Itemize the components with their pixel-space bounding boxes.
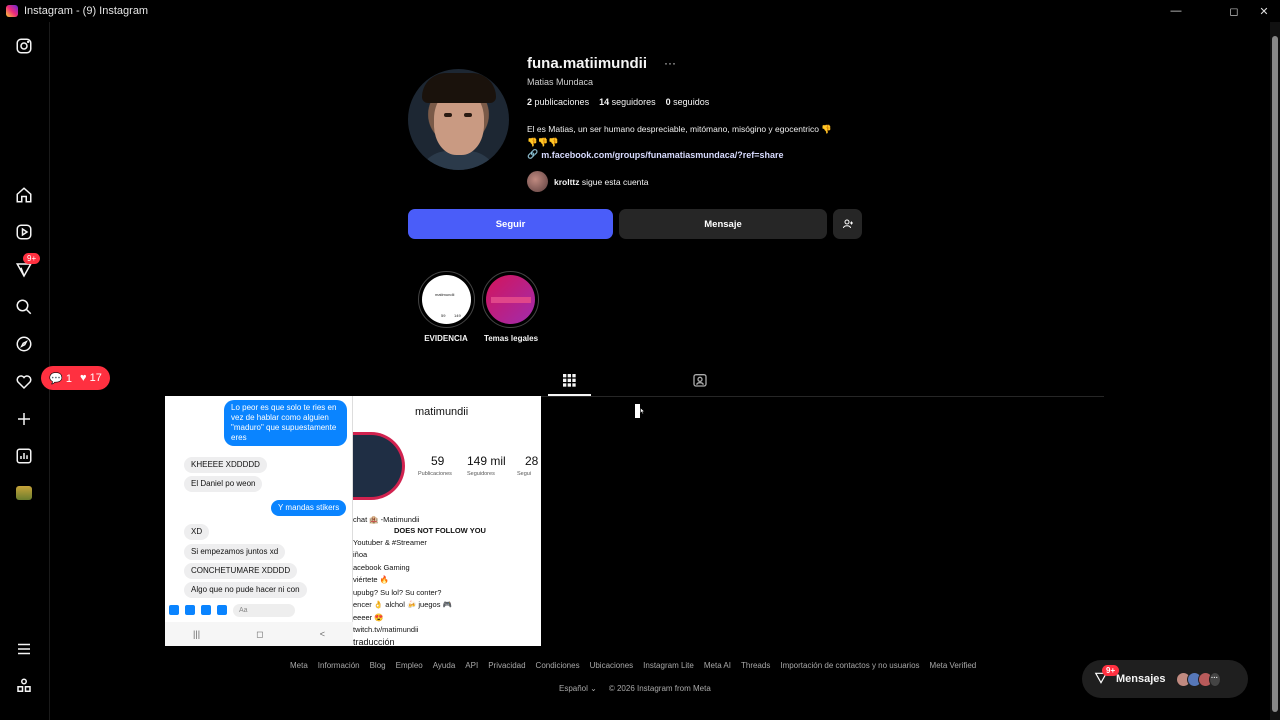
- maximize-button[interactable]: ◻: [1219, 0, 1249, 22]
- instagram-logo-icon[interactable]: [13, 35, 35, 57]
- shot-username: matimundii: [415, 406, 469, 418]
- close-button[interactable]: ✕: [1249, 0, 1279, 22]
- chat-bubble: El Daniel po weon: [184, 476, 263, 492]
- profile-avatar[interactable]: [408, 69, 509, 170]
- notifications-badge: 9+: [23, 253, 41, 264]
- footer-link[interactable]: Privacidad: [488, 661, 525, 670]
- footer-link[interactable]: Meta: [290, 661, 308, 670]
- heart-icon[interactable]: [13, 371, 35, 393]
- activity-popup[interactable]: 💬 1 ♥ 17: [41, 366, 110, 390]
- chat-bubble: XD: [184, 524, 210, 540]
- chat-bubble: CONCHETUMARE XDDDD: [184, 563, 298, 579]
- window-titlebar: Instagram - (9) Instagram — ◻ ✕: [0, 0, 1280, 22]
- profile-stats: 2 publicaciones 14 seguidores 0 seguidos: [527, 97, 709, 107]
- highlight-evidencia[interactable]: matimundii 59 149: [418, 271, 475, 328]
- link-icon: 🔗: [527, 149, 539, 159]
- messages-label: Mensajes: [1116, 673, 1166, 685]
- profile-full-name: Matias Mundaca: [527, 77, 594, 87]
- language-select[interactable]: Español ⌄: [559, 684, 597, 693]
- more-options-icon[interactable]: ···: [664, 56, 676, 70]
- follower-avatar: [527, 171, 548, 192]
- menu-icon[interactable]: [13, 638, 35, 660]
- window-title: Instagram - (9) Instagram: [24, 5, 149, 17]
- comment-count: 💬 1: [49, 372, 73, 385]
- posts-stat: 2 publicaciones: [527, 97, 590, 107]
- chat-input-bar: Aa: [165, 600, 353, 620]
- apps-icon[interactable]: [13, 675, 35, 697]
- android-nav-bar: ||| ◻ <: [165, 622, 353, 646]
- tagged-tab-icon[interactable]: [692, 372, 708, 388]
- instagram-app-icon: [6, 5, 18, 17]
- profile-link[interactable]: 🔗 m.facebook.com/groups/funamatiasmundac…: [527, 149, 784, 160]
- highlight-label: EVIDENCIA: [424, 334, 468, 343]
- search-icon[interactable]: [13, 296, 35, 318]
- explore-icon[interactable]: [13, 333, 35, 355]
- chevron-down-icon: ⌄: [590, 684, 597, 693]
- chat-bubble: Algo que no pude hacer ni con: [184, 582, 307, 598]
- profile-bio: El es Matias, un ser humano despreciable…: [527, 124, 832, 147]
- chat-screenshot: Lo peor es que solo te ries en vez de ha…: [165, 396, 353, 646]
- followed-by[interactable]: krolttz sigue esta cuenta: [527, 171, 649, 192]
- footer-link[interactable]: Threads: [741, 661, 770, 670]
- chat-bubble: Lo peor es que solo te ries en vez de ha…: [224, 400, 347, 446]
- footer-bottom: Español ⌄ © 2026 Instagram from Meta: [559, 684, 711, 693]
- followers-stat[interactable]: 14 seguidores: [599, 97, 656, 107]
- mouse-cursor-icon: [635, 404, 645, 418]
- posts-grid-tab-icon[interactable]: [561, 372, 577, 388]
- message-button[interactable]: Mensaje: [619, 209, 827, 239]
- like-count: ♥ 17: [80, 372, 102, 384]
- footer-link[interactable]: Meta Verified: [930, 661, 977, 670]
- following-stat[interactable]: 0 seguidos: [666, 97, 710, 107]
- footer-links: Meta Información Blog Empleo Ayuda API P…: [290, 661, 976, 670]
- footer-link[interactable]: Condiciones: [536, 661, 580, 670]
- reels-icon[interactable]: [13, 221, 35, 243]
- chat-input: Aa: [233, 603, 295, 617]
- scrollbar-thumb[interactable]: [1272, 36, 1278, 712]
- chat-bubble: Y mandas stikers: [271, 500, 347, 516]
- highlight-temas-legales[interactable]: [482, 271, 539, 328]
- footer-link[interactable]: Blog: [370, 661, 386, 670]
- shot-avatar: [353, 432, 405, 500]
- messages-icon: 9+: [1094, 664, 1120, 688]
- home-icon[interactable]: [13, 184, 35, 206]
- scrollbar[interactable]: [1270, 22, 1280, 720]
- follow-button[interactable]: Seguir: [408, 209, 613, 239]
- instagram-profile-screenshot: matimundii 59 Publicaciones 149 mil Segu…: [353, 396, 541, 646]
- chat-bubble: Si empezamos juntos xd: [184, 544, 286, 560]
- active-tab-indicator: [548, 394, 591, 396]
- post-thumbnail[interactable]: Lo peor es que solo te ries en vez de ha…: [165, 396, 541, 646]
- minimize-button[interactable]: —: [1161, 0, 1191, 22]
- highlight-label: Temas legales: [483, 334, 539, 343]
- footer-link[interactable]: Empleo: [396, 661, 423, 670]
- footer-link[interactable]: Ayuda: [433, 661, 456, 670]
- chat-bubble: KHEEEE XDDDDD: [184, 457, 267, 473]
- messages-pill[interactable]: 9+ Mensajes ···: [1082, 660, 1248, 698]
- create-plus-icon[interactable]: [13, 408, 35, 430]
- profile-avatar-icon[interactable]: [13, 482, 35, 504]
- recent-chat-avatars: ···: [1175, 671, 1221, 687]
- messages-icon[interactable]: 9+: [13, 253, 41, 281]
- footer-link[interactable]: Información: [318, 661, 360, 670]
- profile-username: funa.matiimundii: [527, 55, 647, 72]
- footer-link[interactable]: Instagram Lite: [643, 661, 694, 670]
- dashboard-icon[interactable]: [13, 445, 35, 467]
- copyright: © 2026 Instagram from Meta: [608, 684, 711, 693]
- footer-link[interactable]: Ubicaciones: [590, 661, 634, 670]
- footer-link[interactable]: Meta AI: [704, 661, 731, 670]
- messages-badge: 9+: [1102, 664, 1120, 676]
- footer-link[interactable]: API: [465, 661, 478, 670]
- suggest-user-icon[interactable]: [833, 209, 862, 239]
- footer-link[interactable]: Importación de contactos y no usuarios: [780, 661, 919, 670]
